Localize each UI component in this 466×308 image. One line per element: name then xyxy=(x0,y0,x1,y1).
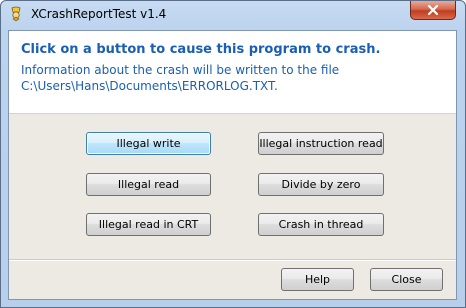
info-text: Information about the crash will be writ… xyxy=(21,63,340,77)
log-file-path: C:\Users\Hans\Documents\ERRORLOG.TXT. xyxy=(21,79,278,93)
close-icon xyxy=(427,5,439,15)
help-button[interactable]: Help xyxy=(281,268,354,291)
separator xyxy=(9,259,456,261)
window-title: XCrashReportTest v1.4 xyxy=(31,7,167,21)
window-close-button[interactable] xyxy=(410,1,456,20)
title-bar[interactable]: XCrashReportTest v1.4 xyxy=(1,1,465,29)
illegal-instruction-read-button[interactable]: Illegal instruction read xyxy=(258,132,384,155)
crash-in-thread-button[interactable]: Crash in thread xyxy=(258,213,384,236)
close-button[interactable]: Close xyxy=(370,268,443,291)
headline: Click on a button to cause this program … xyxy=(21,42,381,57)
illegal-read-button[interactable]: Illegal read xyxy=(86,173,211,196)
divide-by-zero-button[interactable]: Divide by zero xyxy=(258,173,384,196)
dialog-client-area: Click on a button to cause this program … xyxy=(8,30,457,300)
info-panel: Click on a button to cause this program … xyxy=(9,31,456,114)
app-icon xyxy=(8,6,24,22)
illegal-write-button[interactable]: Illegal write xyxy=(86,132,211,155)
illegal-read-crt-button[interactable]: Illegal read in CRT xyxy=(86,213,211,236)
app-window: XCrashReportTest v1.4 Click on a button … xyxy=(0,0,466,308)
